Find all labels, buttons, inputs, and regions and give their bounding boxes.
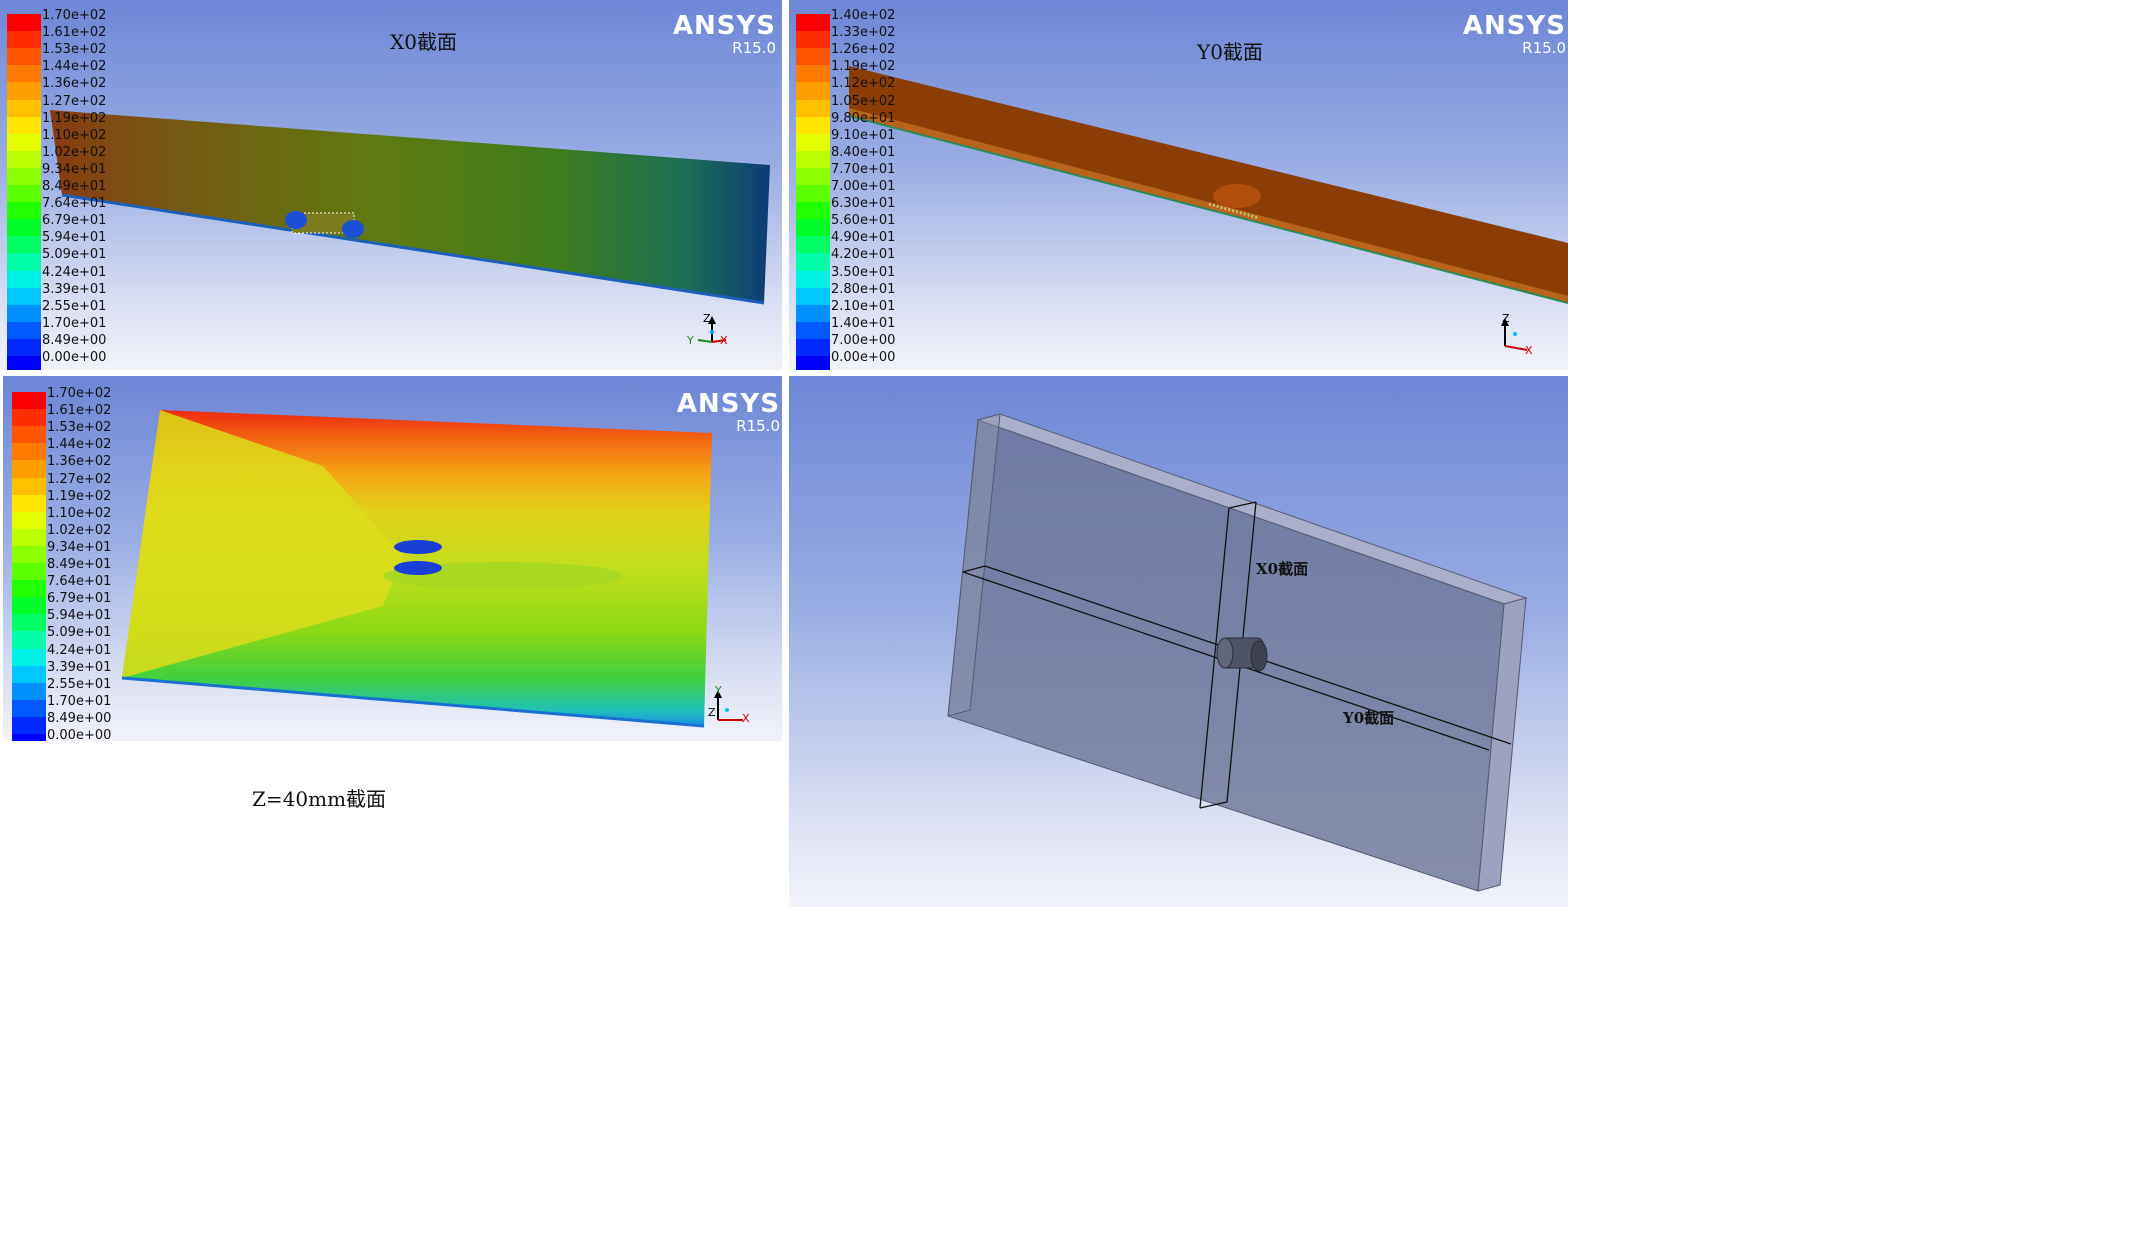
x0-axis-triad: Z Y X <box>686 312 728 347</box>
z40-section-panel: 1.70e+02 1.61e+02 1.53e+02 1.44e+02 1.36e+02… <box>3 376 782 741</box>
z40-axis-up: Y <box>714 684 722 697</box>
geometry-view <box>947 413 1528 892</box>
x0-axis-left: Y <box>686 334 694 347</box>
z40-axis-left: Z <box>708 706 716 719</box>
z40-caption: Z=40mm截面 <box>252 787 387 811</box>
geometry-y0-label: Y0截面 <box>1343 709 1395 727</box>
x0-axis-up: Z <box>703 312 711 325</box>
x0-section-panel: 1.70e+02 1.61e+02 1.53e+02 1.44e+02 1.36e+02… <box>0 0 782 370</box>
y0-axis-right: X <box>1525 344 1533 357</box>
geometry-panel: X0截面 Y0截面 <box>789 376 1568 907</box>
y0-axis-triad: Z X <box>1501 312 1533 357</box>
cylinder-model <box>1216 637 1268 672</box>
z40-axis-triad: Y Z X <box>708 684 750 725</box>
z40-axis-right: X <box>742 712 750 725</box>
y0-axis-up: Z <box>1502 312 1510 325</box>
y0-section-panel: 1.40e+02 1.33e+02 1.26e+02 1.19e+02 1.12e+02… <box>789 0 1568 370</box>
geometry-x0-label: X0截面 <box>1256 560 1309 578</box>
x0-axis-right: X <box>720 334 728 347</box>
